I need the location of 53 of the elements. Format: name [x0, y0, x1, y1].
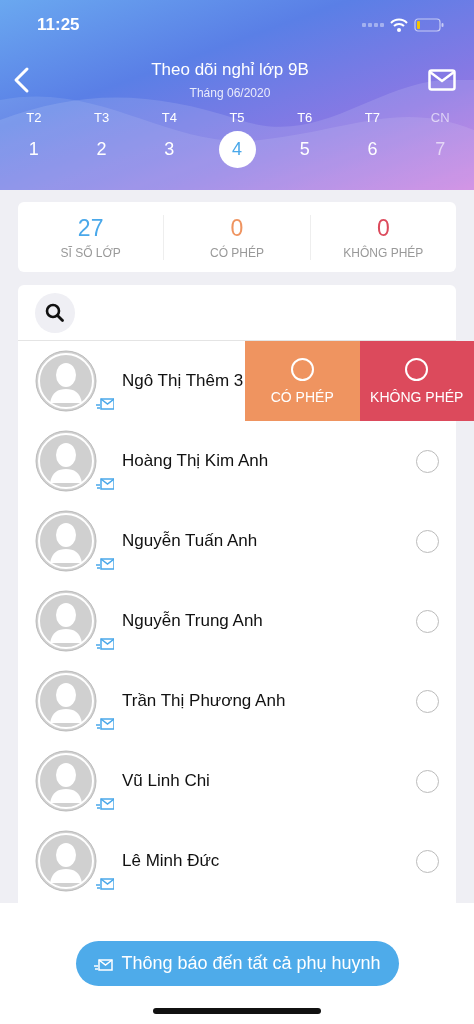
search-icon[interactable] — [35, 293, 75, 333]
student-name[interactable]: Ngô Thị Thêm 3 — [122, 371, 244, 391]
student-name[interactable]: Hoàng Thị Kim Anh — [122, 451, 416, 471]
stat-value: 0 — [376, 214, 390, 242]
message-icon — [96, 396, 114, 410]
notify-button[interactable]: Thông báo đến tất cả phụ huynh — [75, 941, 399, 986]
message-icon — [96, 876, 114, 890]
mail-icon[interactable] — [428, 69, 456, 91]
date-item[interactable]: 5 — [286, 131, 324, 168]
date-item[interactable]: 1 — [15, 131, 53, 168]
message-icon — [93, 956, 114, 971]
message-icon — [96, 556, 114, 570]
weekday-label: T2 — [26, 110, 42, 125]
battery-icon — [414, 18, 444, 32]
student-name[interactable]: Nguyễn Trung Anh — [122, 611, 416, 631]
date-item[interactable]: 6 — [353, 131, 391, 168]
unexcused-button[interactable]: KHÔNG PHÉP — [359, 341, 474, 421]
month-label: Tháng 06/2020 — [189, 86, 271, 100]
student-name[interactable]: Vũ Linh Chi — [122, 771, 416, 791]
weekday-label: T4 — [161, 110, 177, 125]
avatar-icon — [35, 830, 97, 892]
stat-label: CÓ PHÉP — [210, 245, 264, 260]
weekday-label: T6 — [297, 110, 313, 125]
message-icon — [96, 636, 114, 650]
message-icon — [96, 796, 114, 810]
student-name[interactable]: Trần Thị Phương Anh — [122, 691, 416, 711]
message-icon — [96, 716, 114, 730]
stat-value: 0 — [230, 214, 244, 242]
avatar-icon — [35, 670, 97, 732]
stat-value: 27 — [77, 214, 104, 242]
weekday-label: T7 — [364, 110, 381, 125]
date-item[interactable]: 2 — [83, 131, 121, 168]
stat-label: SĨ SỐ LỚP — [60, 245, 121, 260]
status-time: 11:25 — [37, 15, 80, 35]
radio-button[interactable] — [416, 769, 439, 793]
signal-icon — [362, 22, 384, 28]
avatar-icon — [35, 590, 97, 652]
student-name[interactable]: Nguyễn Tuấn Anh — [122, 531, 416, 551]
screen-title: Theo dõi nghỉ lớp 9B — [151, 60, 309, 80]
avatar-icon — [35, 750, 97, 812]
excused-button[interactable]: CÓ PHÉP — [245, 341, 360, 421]
avatar-icon — [35, 510, 97, 572]
avatar-icon — [35, 350, 97, 412]
date-item[interactable]: 3 — [150, 131, 188, 168]
date-item[interactable]: 4 — [218, 131, 256, 168]
stat-label: KHÔNG PHÉP — [343, 245, 424, 260]
weekday-label: T5 — [229, 110, 245, 125]
student-name[interactable]: Lê Minh Đức — [122, 851, 416, 871]
weekday-label: T3 — [94, 110, 110, 125]
weekday-label: CN — [430, 110, 450, 125]
message-icon — [96, 476, 114, 490]
wifi-icon — [390, 18, 408, 32]
avatar-icon — [35, 430, 97, 492]
